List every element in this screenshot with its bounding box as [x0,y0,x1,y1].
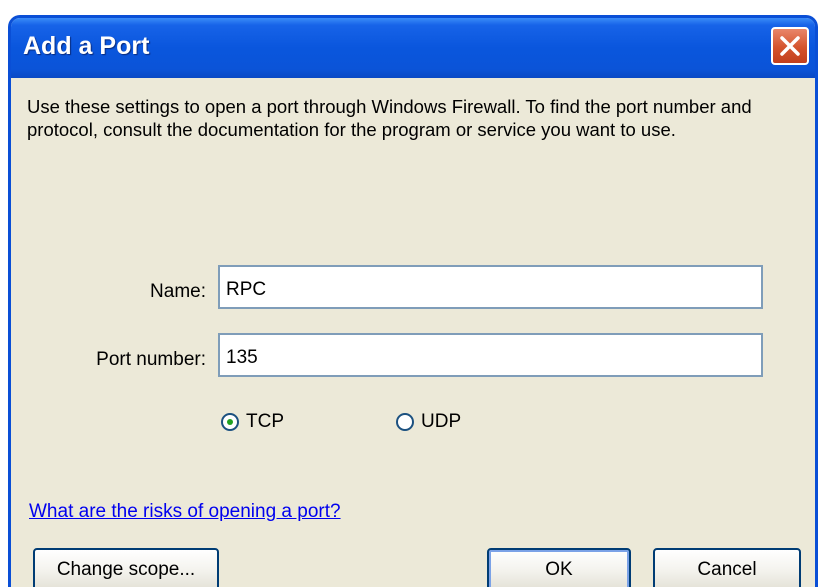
radio-unselected-icon [396,413,414,431]
instructions-text: Use these settings to open a port throug… [27,96,752,140]
port-risks-link[interactable]: What are the risks of opening a port? [29,501,341,523]
title-bar[interactable]: Add a Port [11,18,815,78]
port-number-input[interactable] [218,333,763,377]
change-scope-button[interactable]: Change scope... [33,548,219,587]
udp-radio[interactable]: UDP [396,411,461,433]
name-label: Name: [150,281,206,302]
dialog-title: Add a Port [23,32,150,60]
add-port-dialog: Add a Port Use these settings to open a … [8,15,818,587]
ok-button[interactable]: OK [487,548,631,587]
close-icon [780,36,800,56]
port-number-label: Port number: [96,349,206,370]
name-input[interactable] [218,265,763,309]
radio-selected-icon [221,413,239,431]
close-button[interactable] [771,27,809,65]
cancel-button[interactable]: Cancel [653,548,801,587]
tcp-radio[interactable]: TCP [221,411,284,433]
udp-label: UDP [421,411,462,432]
tcp-label: TCP [246,411,284,432]
